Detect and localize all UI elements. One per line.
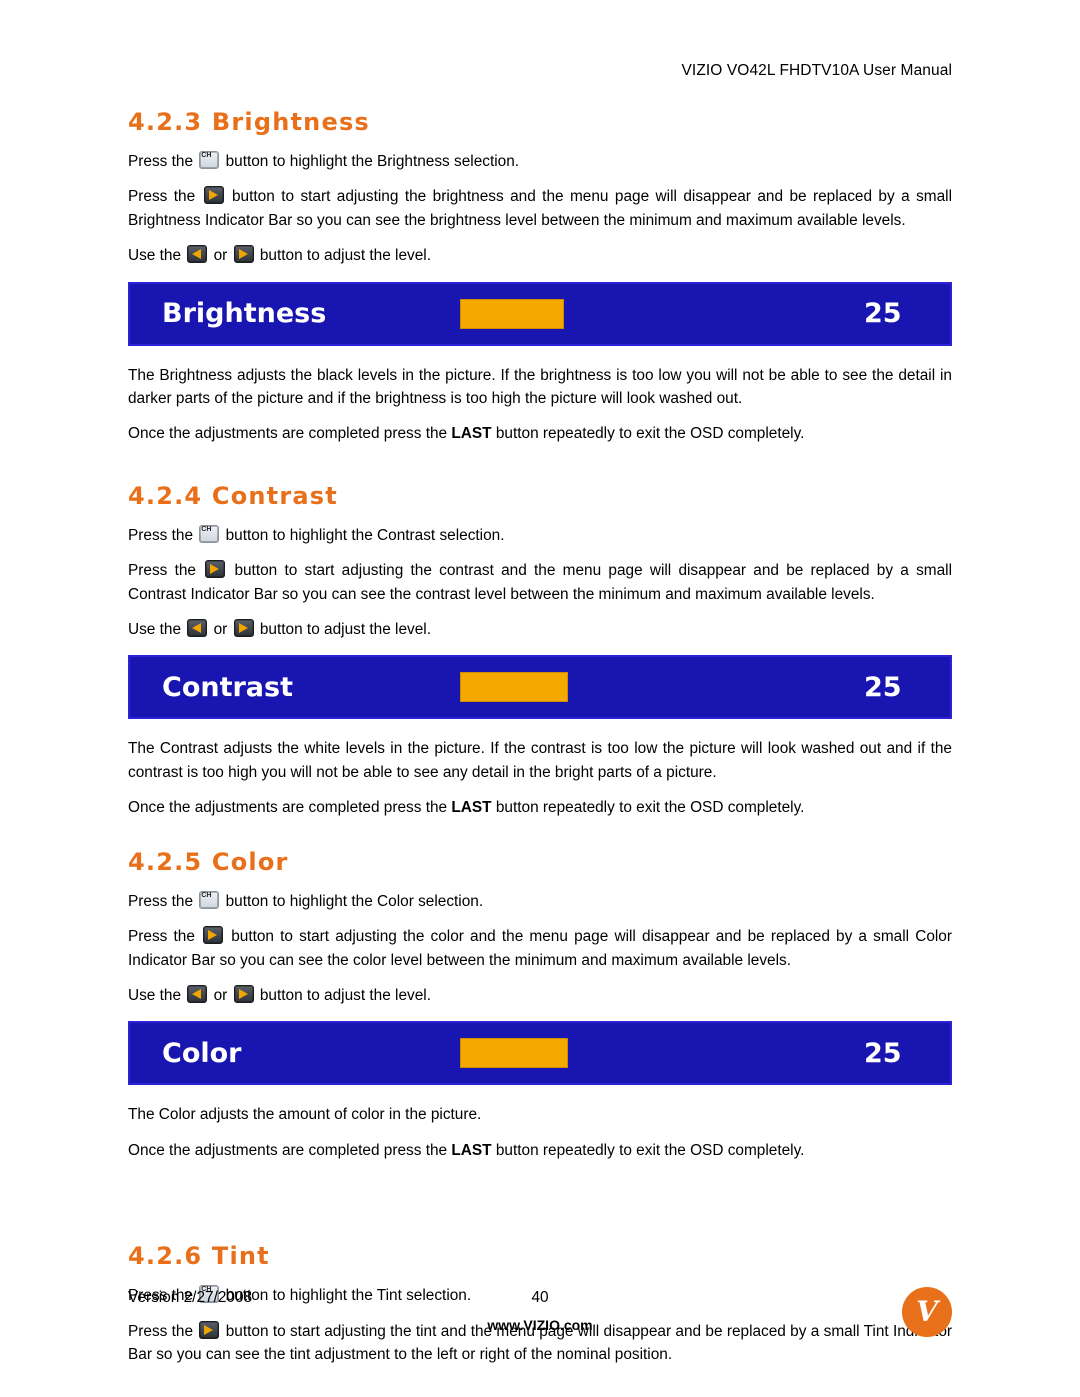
contrast-paragraph-3: Use the or button to adjust the level. — [128, 618, 952, 641]
brightness-paragraph-1: Press the button to highlight the Bright… — [128, 150, 952, 173]
brightness-paragraph-4: The Brightness adjusts the black levels … — [128, 366, 952, 408]
color-p5-text-a: Once the adjustments are completed press… — [128, 1141, 448, 1159]
color-p2-text-a: Press the — [128, 928, 195, 946]
color-p5-text-b: button repeatedly to exit the OSD comple… — [495, 1141, 805, 1159]
color-paragraph-5: Once the adjustments are completed press… — [128, 1139, 952, 1162]
brightness-p3-or: or — [213, 247, 228, 265]
footer-page-number: 40 — [531, 1289, 549, 1306]
brightness-paragraph-3: Use the or button to adjust the level. — [128, 244, 952, 267]
osd-fill-color — [460, 1038, 568, 1069]
osd-track-brightness — [460, 298, 844, 329]
brightness-p5-text-b: button repeatedly to exit the OSD comple… — [495, 425, 805, 443]
volume-right-button-icon — [233, 245, 254, 264]
volume-right-button-icon — [203, 186, 224, 205]
osd-bar-contrast: Contrast 25 — [128, 655, 952, 720]
brightness-p2-text-b: button to start adjusting the brightness… — [128, 188, 952, 229]
brightness-p5-text-a: Once the adjustments are completed press… — [128, 425, 448, 443]
color-paragraph-4: The Color adjusts the amount of color in… — [128, 1106, 482, 1124]
ch-button-icon — [199, 890, 220, 909]
page-footer: Version 2/27/2008 40 www.VIZIO.com V — [128, 1287, 952, 1349]
volume-right-button-icon — [203, 926, 224, 945]
osd-label-brightness: Brightness — [162, 298, 327, 330]
color-paragraph-3: Use the or button to adjust the level. — [128, 984, 952, 1007]
brightness-p5-last-label: LAST — [451, 425, 492, 443]
contrast-p1-text-a: Press the — [128, 526, 194, 544]
contrast-p3-text-b: button to adjust the level. — [259, 621, 431, 639]
brightness-p1-text-b: button to highlight the Brightness selec… — [225, 153, 520, 170]
volume-left-button-icon — [187, 984, 208, 1003]
osd-label-color: Color — [162, 1037, 242, 1069]
osd-fill-contrast — [460, 672, 568, 703]
brightness-p1-text-a: Press the — [128, 153, 194, 170]
color-paragraph-2: Press the button to start adjusting the … — [128, 925, 952, 972]
volume-right-button-icon — [205, 560, 226, 579]
osd-bar-color: Color 25 — [128, 1021, 952, 1086]
brightness-p2-text-a: Press the — [128, 188, 196, 206]
contrast-paragraph-1: Press the button to highlight the Contra… — [128, 524, 952, 547]
osd-track-color — [460, 1038, 844, 1069]
volume-right-button-icon — [233, 619, 254, 638]
osd-value-color: 25 — [864, 1037, 902, 1069]
color-p3-text-b: button to adjust the level. — [259, 986, 431, 1004]
contrast-paragraph-5: Once the adjustments are completed press… — [128, 796, 952, 819]
volume-right-button-icon — [233, 984, 254, 1003]
volume-left-button-icon — [187, 245, 208, 264]
color-p3-text-a: Use the — [128, 986, 182, 1004]
contrast-p3-text-a: Use the — [128, 621, 182, 639]
vizio-logo-icon: V — [902, 1287, 952, 1337]
ch-button-icon — [199, 524, 220, 543]
volume-left-button-icon — [187, 619, 208, 638]
color-p1-text-b: button to highlight the Color selection. — [225, 892, 484, 910]
color-p5-last-label: LAST — [451, 1141, 492, 1159]
osd-value-brightness: 25 — [864, 298, 902, 330]
color-p3-or: or — [213, 986, 228, 1004]
footer-website: www.VIZIO.com — [487, 1317, 593, 1333]
osd-bar-brightness: Brightness 25 — [128, 281, 952, 346]
osd-value-contrast: 25 — [864, 671, 902, 703]
vizio-logo-letter: V — [916, 1295, 938, 1328]
contrast-p1-text-b: button to highlight the Contrast selecti… — [225, 526, 505, 544]
contrast-paragraph-2: Press the button to start adjusting the … — [128, 559, 952, 606]
contrast-p3-or: or — [213, 621, 228, 639]
contrast-p2-text-a: Press the — [128, 562, 196, 580]
osd-label-contrast: Contrast — [162, 671, 294, 703]
osd-track-contrast — [460, 672, 844, 703]
section-title-brightness: 4.2.3 Brightness — [128, 108, 370, 136]
ch-button-icon — [199, 151, 220, 169]
page-header: VIZIO VO42L FHDTV10A User Manual — [681, 62, 952, 79]
section-title-contrast: 4.2.4 Contrast — [128, 481, 338, 510]
contrast-p5-last-label: LAST — [451, 799, 492, 817]
section-title-tint: 4.2.6 Tint — [128, 1242, 270, 1271]
contrast-p5-text-a: Once the adjustments are completed press… — [128, 799, 448, 817]
contrast-paragraph-4: The Contrast adjusts the white levels in… — [128, 740, 952, 781]
color-p2-text-b: button to start adjusting the color and … — [128, 928, 952, 969]
brightness-paragraph-2: Press the button to start adjusting the … — [128, 185, 952, 232]
contrast-p2-text-b: button to start adjusting the contrast a… — [128, 562, 952, 603]
section-title-color: 4.2.5 Color — [128, 847, 289, 876]
manual-page: VIZIO VO42L FHDTV10A User Manual 4.2.3 B… — [0, 0, 1080, 1397]
brightness-p3-text-b: button to adjust the level. — [259, 247, 431, 265]
color-p1-text-a: Press the — [128, 892, 194, 910]
osd-fill-brightness — [460, 298, 564, 329]
brightness-paragraph-5: Once the adjustments are completed press… — [128, 422, 952, 445]
contrast-p5-text-b: button repeatedly to exit the OSD comple… — [495, 799, 805, 817]
color-paragraph-1: Press the button to highlight the Color … — [128, 890, 952, 913]
brightness-p3-text-a: Use the — [128, 247, 182, 265]
